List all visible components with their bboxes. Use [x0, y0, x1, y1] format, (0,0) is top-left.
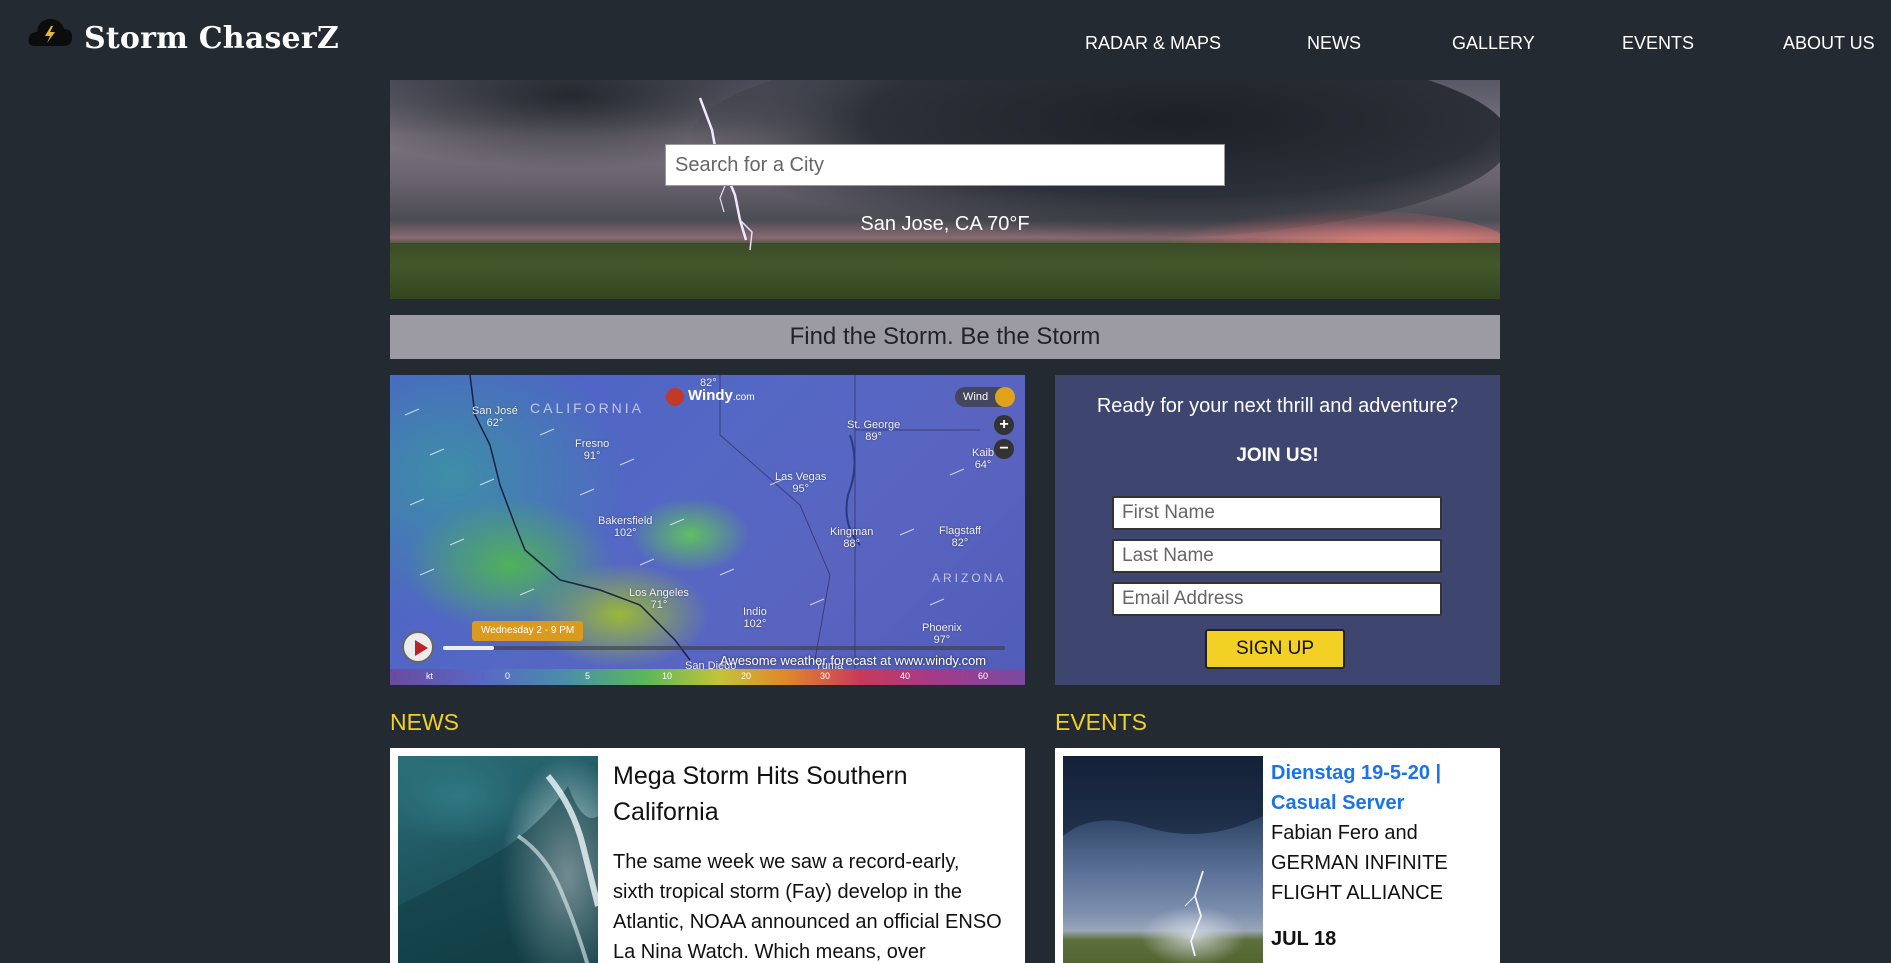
- events-heading: EVENTS: [1055, 709, 1148, 735]
- news-excerpt: The same week we saw a record-early, six…: [613, 851, 1002, 963]
- nav-gallery[interactable]: GALLERY: [1452, 33, 1535, 54]
- news-card[interactable]: Mega Storm Hits Southern California The …: [390, 748, 1025, 963]
- windy-credit-link[interactable]: Awesome weather forecast at www.windy.co…: [720, 653, 986, 668]
- map-city-label: Kaib 64°: [972, 447, 995, 471]
- lightning-storm-icon: [1063, 756, 1263, 957]
- city-search-input[interactable]: [665, 144, 1225, 186]
- map-city-label: Indio 102°: [743, 606, 767, 630]
- zoom-out-button[interactable]: −: [994, 439, 1014, 459]
- event-storm-image[interactable]: [1063, 756, 1263, 963]
- sign-up-button[interactable]: SIGN UP: [1205, 629, 1345, 669]
- map-city-label: San José 62°: [472, 405, 518, 429]
- map-city-label: Las Vegas 95°: [775, 471, 827, 495]
- zoom-in-button[interactable]: +: [994, 415, 1014, 435]
- event-card[interactable]: Dienstag 19-5-20 | Casual Server Fabian …: [1055, 748, 1500, 963]
- news-heading: NEWS: [390, 709, 459, 735]
- wind-layer-icon[interactable]: [995, 387, 1015, 407]
- timeline-track[interactable]: [443, 646, 1005, 650]
- scale-value: 10: [662, 671, 673, 681]
- map-region-label: ARIZONA: [932, 571, 1007, 585]
- map-city-label: Los Angeles 71°: [629, 587, 689, 611]
- current-location-weather: San Jose, CA 70°F: [860, 213, 1030, 235]
- last-name-field[interactable]: [1112, 539, 1442, 573]
- scale-value: 5: [585, 671, 591, 681]
- scale-value: 60: [978, 671, 989, 681]
- hero-lightning-icon: [698, 97, 753, 251]
- map-city-label: Kingman 88°: [830, 526, 874, 550]
- timeline-progress: [443, 646, 494, 650]
- scale-unit: kt: [426, 671, 434, 681]
- map-city-label: Phoenix 97°: [922, 622, 962, 646]
- tagline-banner: Find the Storm. Be the Storm: [390, 315, 1500, 359]
- nav-radar-maps[interactable]: RADAR & MAPS: [1085, 33, 1221, 54]
- signup-prompt: Ready for your next thrill and adventure…: [1096, 395, 1459, 417]
- scale-value: 30: [820, 671, 831, 681]
- scale-value: 0: [505, 671, 511, 681]
- news-title[interactable]: Mega Storm Hits Southern California: [613, 758, 993, 830]
- windy-brand[interactable]: Windy.com: [688, 387, 755, 404]
- storm-cloud-logo-icon[interactable]: [27, 12, 73, 52]
- first-name-field[interactable]: [1112, 496, 1442, 530]
- timeline-time-badge[interactable]: Wednesday 2 - 9 PM: [472, 621, 584, 641]
- wind-speed-scale: kt 0 5 10 20 30 40 60: [390, 669, 1025, 685]
- play-icon[interactable]: [402, 631, 434, 663]
- site-header: Storm ChaserZ RADAR & MAPS NEWS GALLERY …: [0, 0, 1891, 80]
- nav-events[interactable]: EVENTS: [1622, 33, 1694, 54]
- windy-logo-icon[interactable]: [666, 388, 684, 406]
- brand-name[interactable]: Storm ChaserZ: [84, 21, 339, 56]
- event-date: JUL 18: [1271, 928, 1337, 950]
- map-city-label: St. George 89°: [847, 419, 901, 443]
- news-wave-image[interactable]: [398, 756, 598, 963]
- scale-value: 40: [900, 671, 911, 681]
- scale-value: 20: [741, 671, 752, 681]
- map-city-label: Fresno 91°: [575, 438, 610, 462]
- email-field[interactable]: [1112, 582, 1442, 616]
- map-city-label: Flagstaff 82°: [939, 525, 981, 549]
- event-description: Fabian Fero and GERMAN INFINITE FLIGHT A…: [1271, 822, 1448, 904]
- event-link[interactable]: Dienstag 19-5-20 | Casual Server: [1271, 758, 1491, 818]
- map-city-label: Bakersfield 102°: [598, 515, 653, 539]
- signup-panel: Ready for your next thrill and adventure…: [1055, 375, 1500, 685]
- nav-about-us[interactable]: ABOUT US: [1783, 33, 1875, 54]
- map-region-label: CALIFORNIA: [530, 400, 645, 416]
- wave-icon: [398, 774, 598, 963]
- nav-news[interactable]: NEWS: [1307, 33, 1361, 54]
- hero-banner: [390, 80, 1500, 299]
- signup-heading: JOIN US!: [1236, 445, 1319, 466]
- wind-map-widget[interactable]: CALIFORNIA ARIZONA San José 62° 82° Fresn…: [390, 375, 1025, 685]
